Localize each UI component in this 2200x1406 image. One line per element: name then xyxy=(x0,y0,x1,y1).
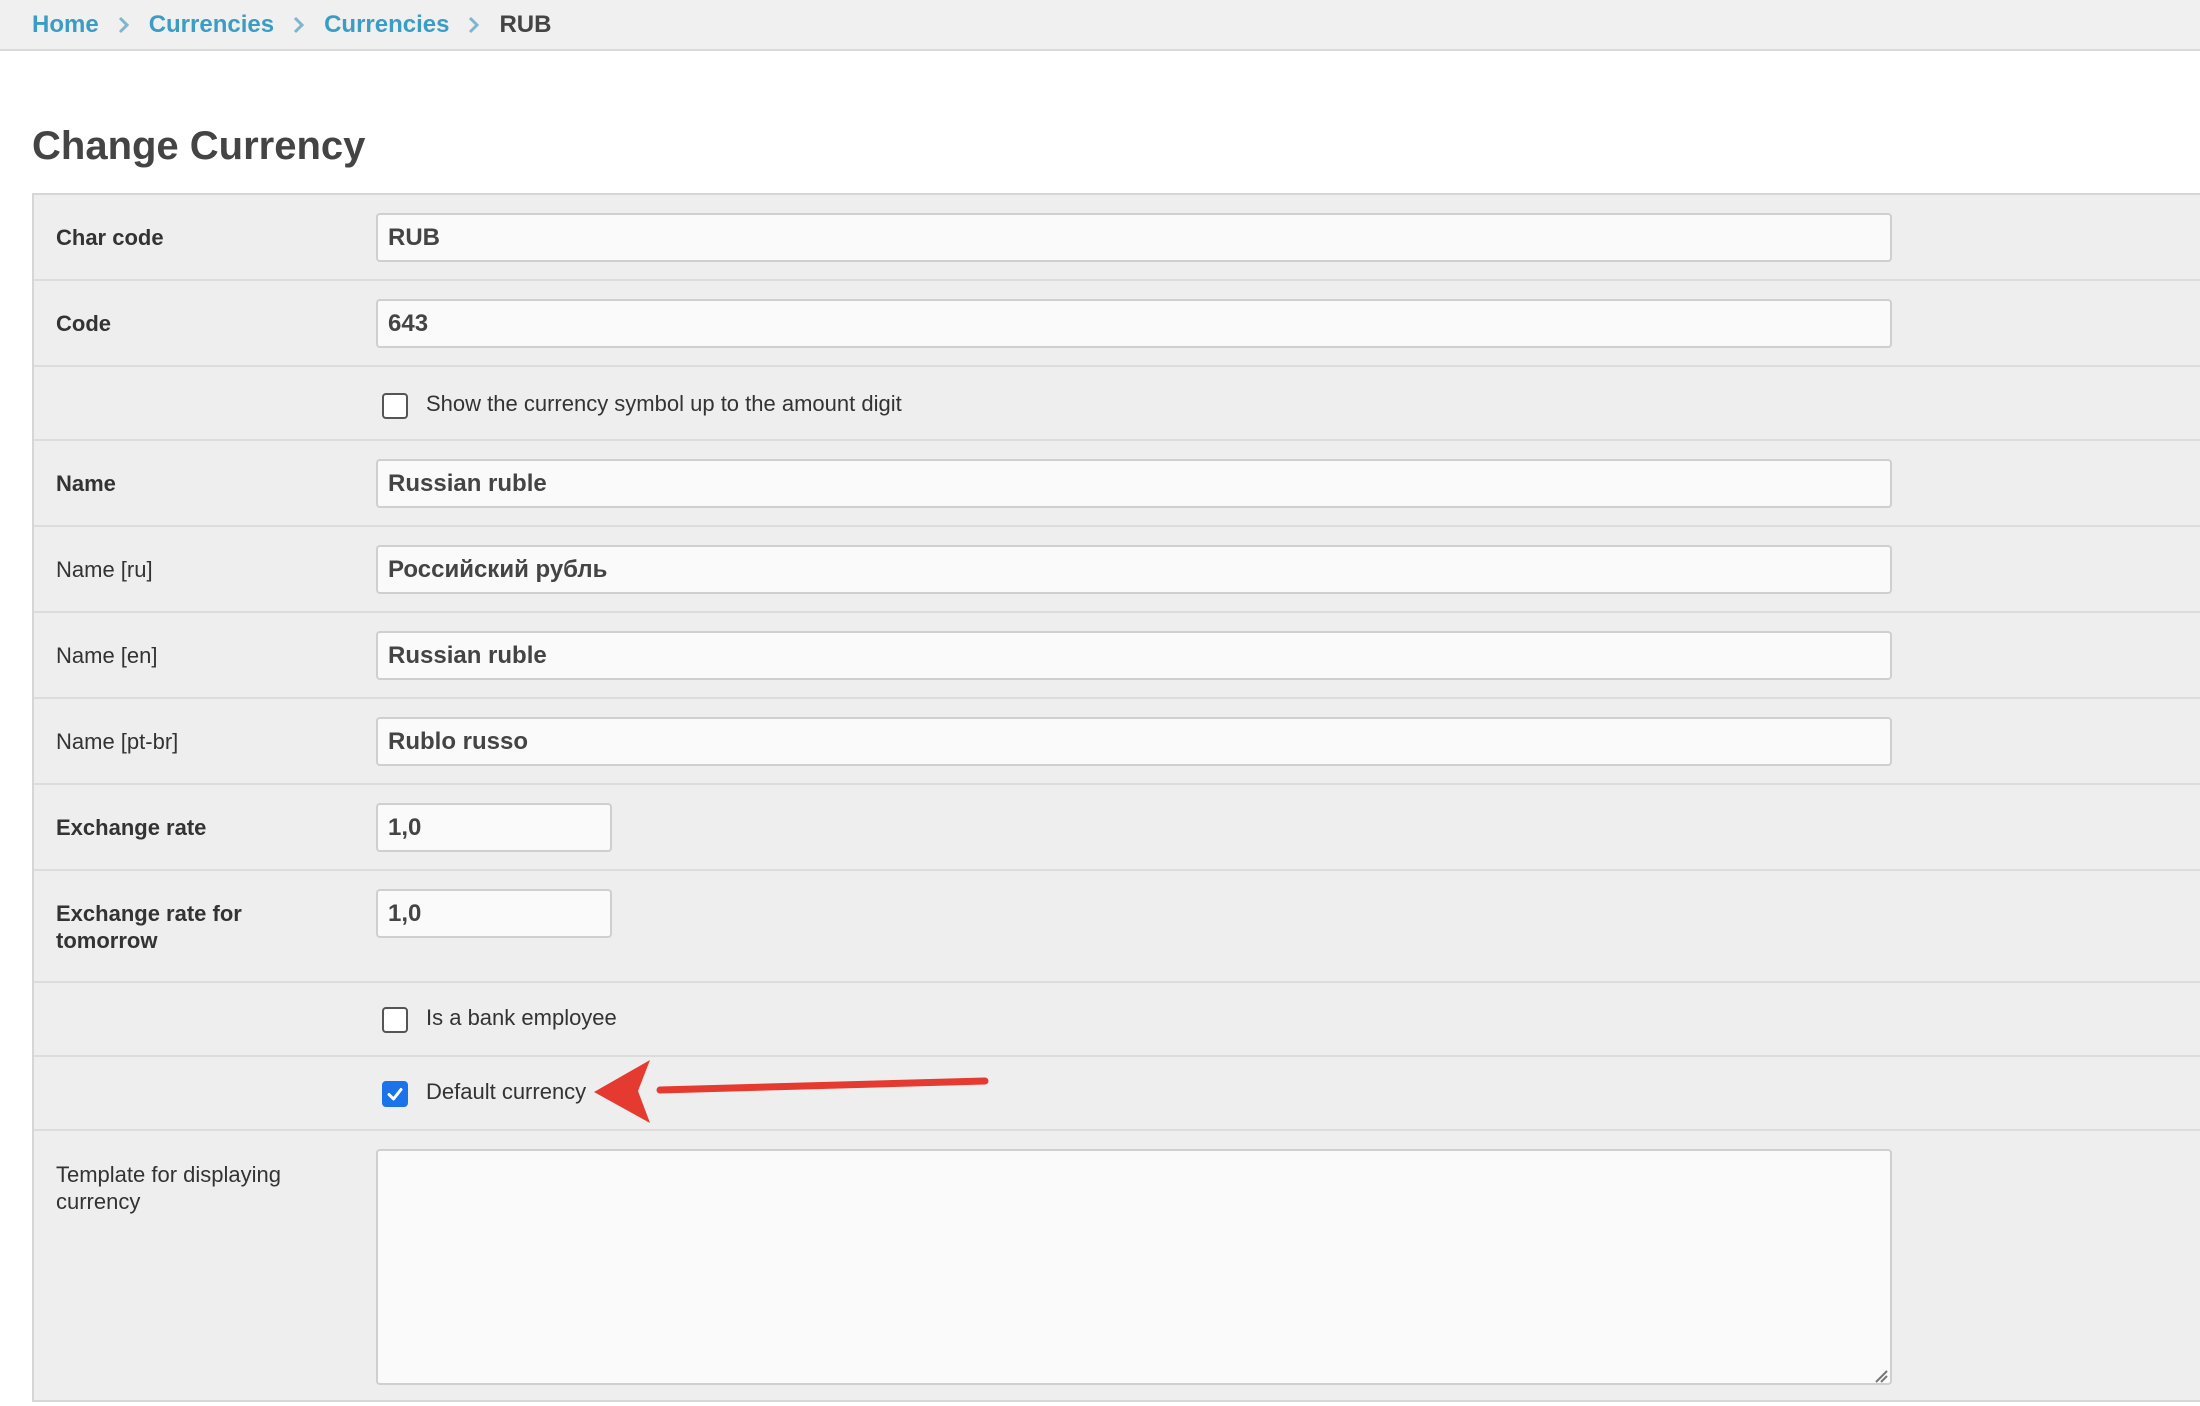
name-ptbr-input[interactable] xyxy=(376,717,1892,766)
exchange-rate-tomorrow-label-line2: tomorrow xyxy=(56,928,158,953)
name-label: Name xyxy=(56,471,116,496)
resize-handle-icon[interactable] xyxy=(1872,1367,1888,1383)
row-bank-employee: Is a bank employee xyxy=(34,983,2200,1057)
chevron-right-icon xyxy=(292,15,306,35)
name-en-label: Name [en] xyxy=(56,643,158,668)
row-exchange-rate: Exchange rate xyxy=(34,785,2200,871)
template-label: Template for displaying currency xyxy=(56,1161,356,1215)
row-show-symbol: Show the currency symbol up to the amoun… xyxy=(34,367,2200,441)
template-label-line2: currency xyxy=(56,1189,141,1214)
chevron-right-icon xyxy=(467,15,481,35)
exchange-rate-tomorrow-label: Exchange rate for tomorrow xyxy=(56,900,356,954)
exchange-rate-input[interactable] xyxy=(376,803,612,852)
show-symbol-checkbox[interactable] xyxy=(382,393,408,419)
chevron-right-icon xyxy=(117,15,131,35)
name-input[interactable] xyxy=(376,459,1892,508)
page-title: Change Currency xyxy=(32,124,366,168)
char-code-input[interactable] xyxy=(376,213,1892,262)
bank-employee-checkbox[interactable] xyxy=(382,1007,408,1033)
row-template: Template for displaying currency xyxy=(34,1131,2200,1402)
breadcrumb-currencies-list-link[interactable]: Currencies xyxy=(324,11,449,39)
breadcrumb-home-link[interactable]: Home xyxy=(32,11,99,39)
code-input[interactable] xyxy=(376,299,1892,348)
red-arrow-icon xyxy=(594,1060,989,1123)
code-label: Code xyxy=(56,311,111,336)
row-name-ptbr: Name [pt-br] xyxy=(34,699,2200,785)
row-char-code: Char code xyxy=(34,195,2200,281)
show-symbol-label: Show the currency symbol up to the amoun… xyxy=(426,391,902,416)
row-name: Name xyxy=(34,441,2200,527)
exchange-rate-label: Exchange rate xyxy=(56,815,207,840)
currency-form: Char code Code Show the currency symbol … xyxy=(32,193,2200,1402)
default-currency-checkbox[interactable] xyxy=(382,1081,408,1107)
name-ru-input[interactable] xyxy=(376,545,1892,594)
row-name-ru: Name [ru] xyxy=(34,527,2200,613)
row-default-currency: Default currency xyxy=(34,1057,2200,1131)
breadcrumb-currencies-app-link[interactable]: Currencies xyxy=(149,11,274,39)
breadcrumb: Home Currencies Currencies RUB xyxy=(0,0,2200,51)
exchange-rate-tomorrow-label-line1: Exchange rate for xyxy=(56,901,242,926)
template-textarea[interactable] xyxy=(376,1149,1892,1385)
row-exchange-rate-tomorrow: Exchange rate for tomorrow xyxy=(34,871,2200,983)
template-label-line1: Template for displaying xyxy=(56,1162,282,1187)
row-code: Code xyxy=(34,281,2200,367)
default-currency-label: Default currency xyxy=(426,1079,587,1104)
row-name-en: Name [en] xyxy=(34,613,2200,699)
exchange-rate-tomorrow-input[interactable] xyxy=(376,889,612,938)
name-ptbr-label: Name [pt-br] xyxy=(56,729,179,754)
name-en-input[interactable] xyxy=(376,631,1892,680)
bank-employee-label: Is a bank employee xyxy=(426,1005,617,1030)
breadcrumb-current: RUB xyxy=(499,10,552,38)
name-ru-label: Name [ru] xyxy=(56,557,153,582)
char-code-label: Char code xyxy=(56,225,164,250)
check-icon xyxy=(387,1088,403,1101)
